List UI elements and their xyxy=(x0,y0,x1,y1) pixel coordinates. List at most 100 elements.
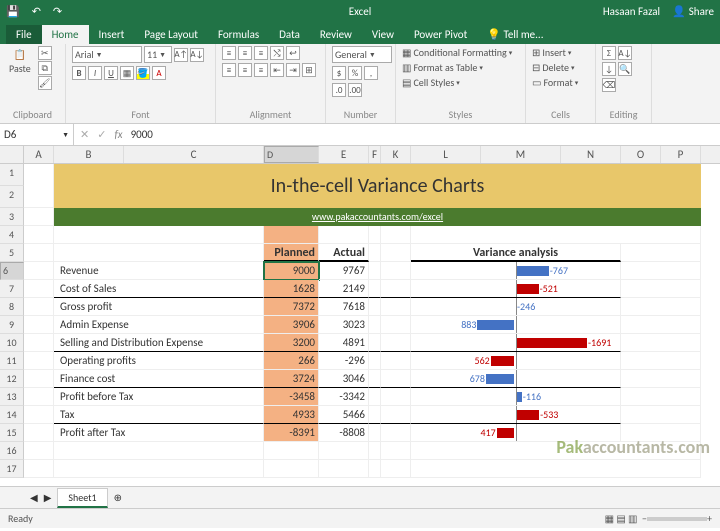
row-label[interactable]: Revenue xyxy=(54,262,264,280)
row-header-10[interactable]: 10 xyxy=(0,334,24,352)
share-button[interactable]: 👤 Share xyxy=(666,5,720,18)
header-actual[interactable]: Actual xyxy=(319,244,369,262)
col-header-C[interactable]: C xyxy=(124,146,264,163)
cell[interactable] xyxy=(54,442,264,460)
wrap-text-icon[interactable]: ↩ xyxy=(286,46,300,60)
cell[interactable] xyxy=(369,442,381,460)
variance-cell[interactable]: -767 xyxy=(411,262,621,280)
insert-cells-button[interactable]: ⊞ Insert ▾ xyxy=(532,46,571,59)
cell-planned[interactable]: 4933 xyxy=(264,406,319,424)
delete-cells-button[interactable]: ⊟ Delete ▾ xyxy=(532,61,574,74)
cell[interactable] xyxy=(411,460,701,478)
row-header-12[interactable]: 12 xyxy=(0,370,24,388)
border-icon[interactable]: ▦ xyxy=(120,66,134,80)
italic-button[interactable]: I xyxy=(88,66,102,80)
decrease-font-icon[interactable]: A↓ xyxy=(190,48,204,62)
cell[interactable] xyxy=(319,460,369,478)
link-cell[interactable]: www.pakaccountants.com/excel xyxy=(54,208,701,226)
cell[interactable] xyxy=(369,298,381,316)
cell[interactable] xyxy=(264,442,319,460)
row-header-7[interactable]: 7 xyxy=(0,280,24,298)
comma-icon[interactable]: , xyxy=(364,66,378,80)
cell[interactable] xyxy=(24,334,54,352)
cell[interactable] xyxy=(369,370,381,388)
fill-icon[interactable]: ↓ xyxy=(602,62,616,76)
row-label[interactable]: Cost of Sales xyxy=(54,280,264,298)
cell-actual[interactable]: 2149 xyxy=(319,280,369,298)
col-header-D[interactable]: D xyxy=(264,146,319,163)
cell[interactable] xyxy=(369,280,381,298)
variance-cell[interactable]: -521 xyxy=(411,280,621,298)
font-name-select[interactable]: Arial▼ xyxy=(72,46,142,63)
formula-bar[interactable]: 9000 xyxy=(131,128,153,141)
cell[interactable] xyxy=(24,406,54,424)
cell[interactable] xyxy=(24,370,54,388)
cut-icon[interactable]: ✂ xyxy=(38,46,52,60)
cell[interactable] xyxy=(369,352,381,370)
clear-icon[interactable]: ⌫ xyxy=(602,78,616,92)
row-header-16[interactable]: 16 xyxy=(0,442,24,460)
row-label[interactable]: Tax xyxy=(54,406,264,424)
next-sheet-icon[interactable]: ▶ xyxy=(44,491,52,504)
cell[interactable] xyxy=(381,370,411,388)
col-header-E[interactable]: E xyxy=(319,146,369,163)
currency-icon[interactable]: $ xyxy=(332,66,346,80)
row-header-14[interactable]: 14 xyxy=(0,406,24,424)
cell-actual[interactable]: -3342 xyxy=(319,388,369,406)
tab-formulas[interactable]: Formulas xyxy=(208,25,269,44)
cancel-formula-icon[interactable]: ✕ xyxy=(80,128,89,141)
name-box[interactable]: D6 ▼ xyxy=(0,124,74,145)
autosum-icon[interactable]: Σ xyxy=(602,46,616,60)
row-header-1[interactable]: 1 xyxy=(0,164,24,186)
cell-planned[interactable]: -8391 xyxy=(264,424,319,442)
row-header-3[interactable]: 3 xyxy=(0,208,24,226)
cell[interactable] xyxy=(264,226,319,244)
col-header-A[interactable]: A xyxy=(24,146,54,163)
cell[interactable] xyxy=(621,388,701,406)
tell-me[interactable]: 💡 Tell me... xyxy=(477,25,553,44)
format-cells-button[interactable]: ▭ Format ▾ xyxy=(532,76,578,89)
increase-indent-icon[interactable]: ⇥ xyxy=(286,63,300,77)
variance-cell[interactable]: 562 xyxy=(411,352,621,370)
cell-planned[interactable]: -3458 xyxy=(264,388,319,406)
merge-icon[interactable]: ⊞ xyxy=(302,63,316,77)
format-painter-icon[interactable]: 🖌 xyxy=(38,76,52,90)
cell[interactable] xyxy=(24,262,54,280)
title-cell[interactable]: In-the-cell Variance Charts xyxy=(54,164,701,208)
tab-review[interactable]: Review xyxy=(310,25,362,44)
cell[interactable] xyxy=(381,460,411,478)
cell[interactable] xyxy=(621,316,701,334)
cell[interactable] xyxy=(381,388,411,406)
cell[interactable] xyxy=(381,262,411,280)
header-planned[interactable]: Planned xyxy=(264,244,319,262)
variance-cell[interactable]: 678 xyxy=(411,370,621,388)
row-label[interactable]: Profit before Tax xyxy=(54,388,264,406)
variance-cell[interactable]: -1691 xyxy=(411,334,621,352)
bold-button[interactable]: B xyxy=(72,66,86,80)
tab-page-layout[interactable]: Page Layout xyxy=(134,25,208,44)
enter-formula-icon[interactable]: ✓ xyxy=(97,128,106,141)
cell-actual[interactable]: -296 xyxy=(319,352,369,370)
paste-button[interactable]: 📋Paste xyxy=(6,46,34,77)
row-label[interactable]: Gross profit xyxy=(54,298,264,316)
row-header-8[interactable]: 8 xyxy=(0,298,24,316)
find-icon[interactable]: 🔍 xyxy=(618,62,632,76)
increase-font-icon[interactable]: A↑ xyxy=(174,48,188,62)
cell[interactable] xyxy=(621,352,701,370)
cell[interactable] xyxy=(24,280,54,298)
cell[interactable] xyxy=(621,334,701,352)
cell[interactable] xyxy=(381,280,411,298)
prev-sheet-icon[interactable]: ◀ xyxy=(30,491,38,504)
row-header-2[interactable]: 2 xyxy=(0,186,24,208)
view-break-icon[interactable]: ▥ xyxy=(628,512,637,525)
zoom-slider[interactable] xyxy=(647,517,707,521)
cell[interactable] xyxy=(264,460,319,478)
cell-actual[interactable]: 3046 xyxy=(319,370,369,388)
align-middle-icon[interactable]: ≡ xyxy=(238,46,252,60)
tab-file[interactable]: File xyxy=(6,25,42,44)
col-header-K[interactable]: K xyxy=(381,146,411,163)
cell-planned[interactable]: 1628 xyxy=(264,280,319,298)
variance-cell[interactable]: -533 xyxy=(411,406,621,424)
cell[interactable] xyxy=(24,442,54,460)
col-header-P[interactable]: P xyxy=(661,146,701,163)
